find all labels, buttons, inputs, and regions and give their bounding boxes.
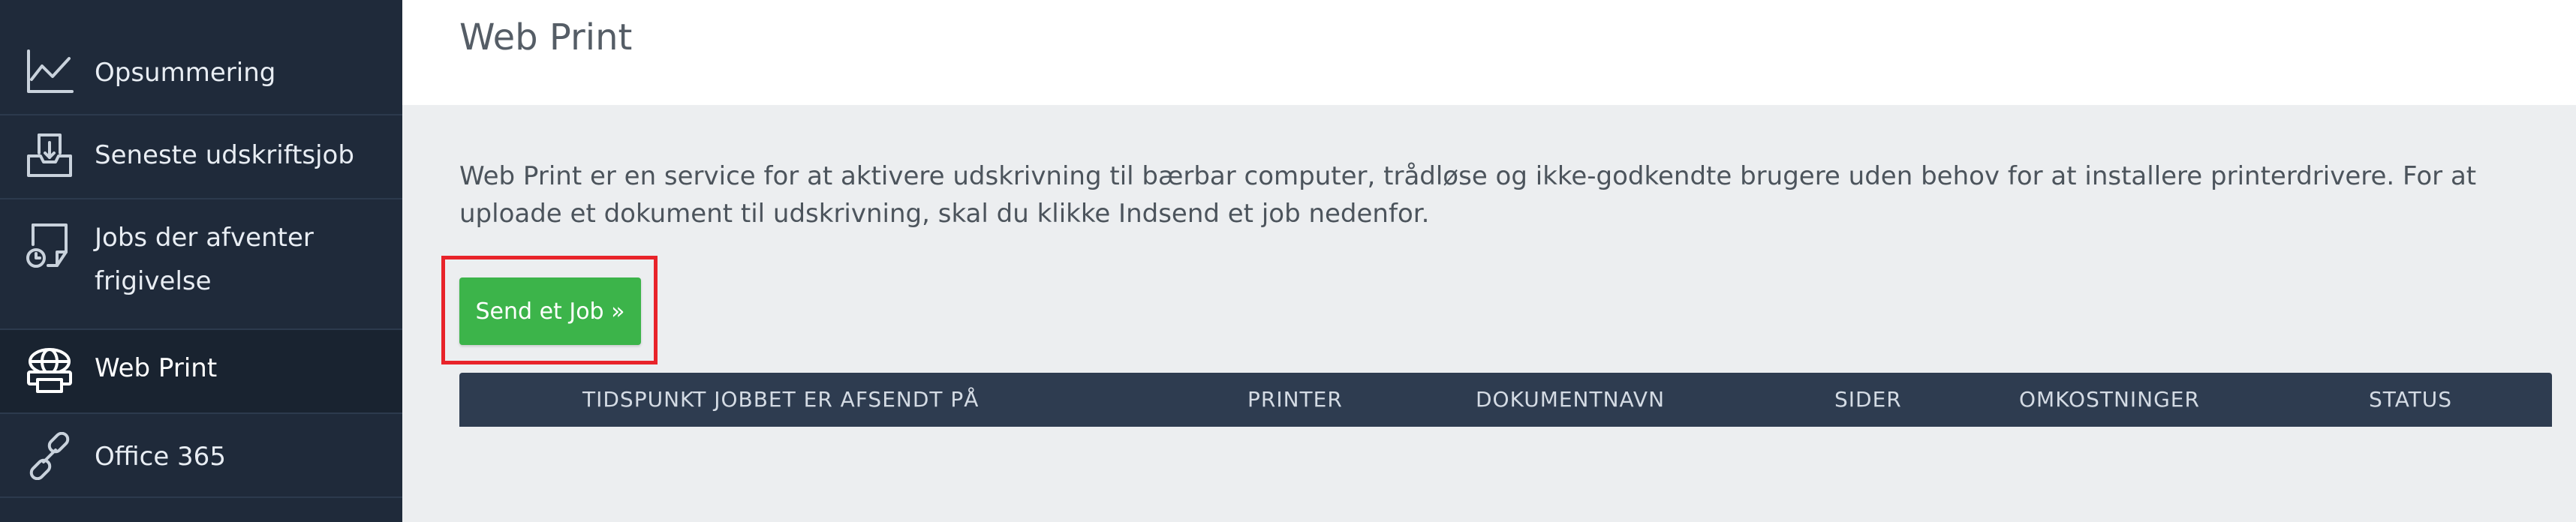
sidebar-item-label: Web Print: [95, 353, 218, 383]
web-print-description: Web Print er en service for at aktivere …: [459, 161, 2477, 229]
sidebar-item-label: Opsummering: [95, 58, 276, 88]
sidebar-item-seneste-udskriftsjob[interactable]: Seneste udskriftsjob: [0, 116, 402, 200]
sidebar: Opsummering Seneste udskriftsjob Jobs de: [0, 0, 402, 522]
line-chart-icon: [26, 48, 74, 96]
sidebar-item-web-print[interactable]: Web Print: [0, 330, 402, 414]
sidebar-item-label-line1: Jobs der afventer: [95, 223, 314, 253]
column-header-pages[interactable]: SIDER: [1834, 373, 1902, 427]
link-icon: [26, 431, 74, 481]
jobs-table-header: TIDSPUNKT JOBBET ER AFSENDT PÅ PRINTER D…: [459, 373, 2552, 427]
web-print-icon: [26, 346, 74, 394]
column-header-document-name[interactable]: DOKUMENTNAVN: [1476, 373, 1665, 427]
sidebar-item-jobs-der-afventer[interactable]: Jobs der afventer frigivelse: [0, 200, 402, 330]
sidebar-item-opsummering[interactable]: Opsummering: [0, 0, 402, 116]
page-title: Web Print: [459, 16, 633, 58]
column-header-costs[interactable]: OMKOSTNINGER: [2019, 373, 2200, 427]
sidebar-item-label: Office 365: [95, 442, 226, 472]
page-header: Web Print: [402, 0, 2576, 105]
column-header-submitted-time[interactable]: TIDSPUNKT JOBBET ER AFSENDT PÅ: [582, 373, 979, 427]
send-job-button[interactable]: Send et Job »: [459, 278, 641, 345]
print-tray-icon: [26, 130, 74, 178]
column-header-printer[interactable]: PRINTER: [1247, 373, 1343, 427]
column-header-status[interactable]: STATUS: [2369, 373, 2452, 427]
sidebar-item-label-line2: frigivelse: [95, 266, 212, 296]
pending-release-icon: [26, 222, 74, 270]
sidebar-item-office-365[interactable]: Office 365: [0, 414, 402, 498]
sidebar-item-label: Seneste udskriftsjob: [95, 140, 354, 170]
